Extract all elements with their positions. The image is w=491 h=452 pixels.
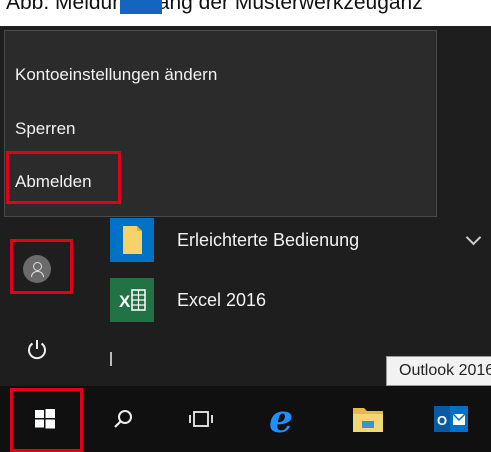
svg-text:X: X [119, 292, 131, 311]
change-account-settings-item[interactable]: Kontoeinstellungen ändern [15, 65, 217, 85]
task-view-icon [189, 411, 213, 427]
partial-tile [120, 0, 162, 14]
lock-item[interactable]: Sperren [15, 119, 75, 139]
svg-text:O: O [437, 413, 447, 428]
file-explorer-button[interactable] [337, 386, 399, 452]
background-caption: Abb. Meldungsgang der Musterwerkzeuganz [6, 0, 423, 14]
file-explorer-icon [353, 408, 383, 432]
svg-text:e: e [269, 401, 293, 437]
outlook-tooltip: Outlook 2016 [386, 356, 491, 386]
edge-browser-icon: e [269, 401, 293, 437]
search-icon [114, 410, 132, 428]
outlook-button[interactable]: O [420, 386, 482, 452]
background-caption-strip: Abb. Meldungsgang der Musterwerkzeuganz [0, 0, 491, 26]
excel-icon: X [110, 278, 154, 322]
outlook-icon: O [434, 406, 468, 432]
task-view-button[interactable] [170, 386, 232, 452]
app-label: Excel 2016 [177, 290, 267, 310]
search-button[interactable] [92, 386, 154, 452]
scroll-indicator [110, 352, 112, 366]
power-button[interactable] [10, 326, 64, 372]
app-item-excel-2016[interactable]: X Excel 2016 [110, 278, 490, 322]
start-button-highlight [10, 388, 83, 452]
sign-out-highlight [6, 151, 121, 204]
app-item-erleichterte-bedienung[interactable]: Erleichterte Bedienung [110, 218, 490, 262]
edge-button[interactable]: e [253, 386, 315, 452]
folder-icon [110, 218, 154, 262]
app-label: Erleichterte Bedienung [177, 230, 360, 250]
user-account-highlight [10, 239, 73, 294]
power-icon [28, 340, 46, 360]
